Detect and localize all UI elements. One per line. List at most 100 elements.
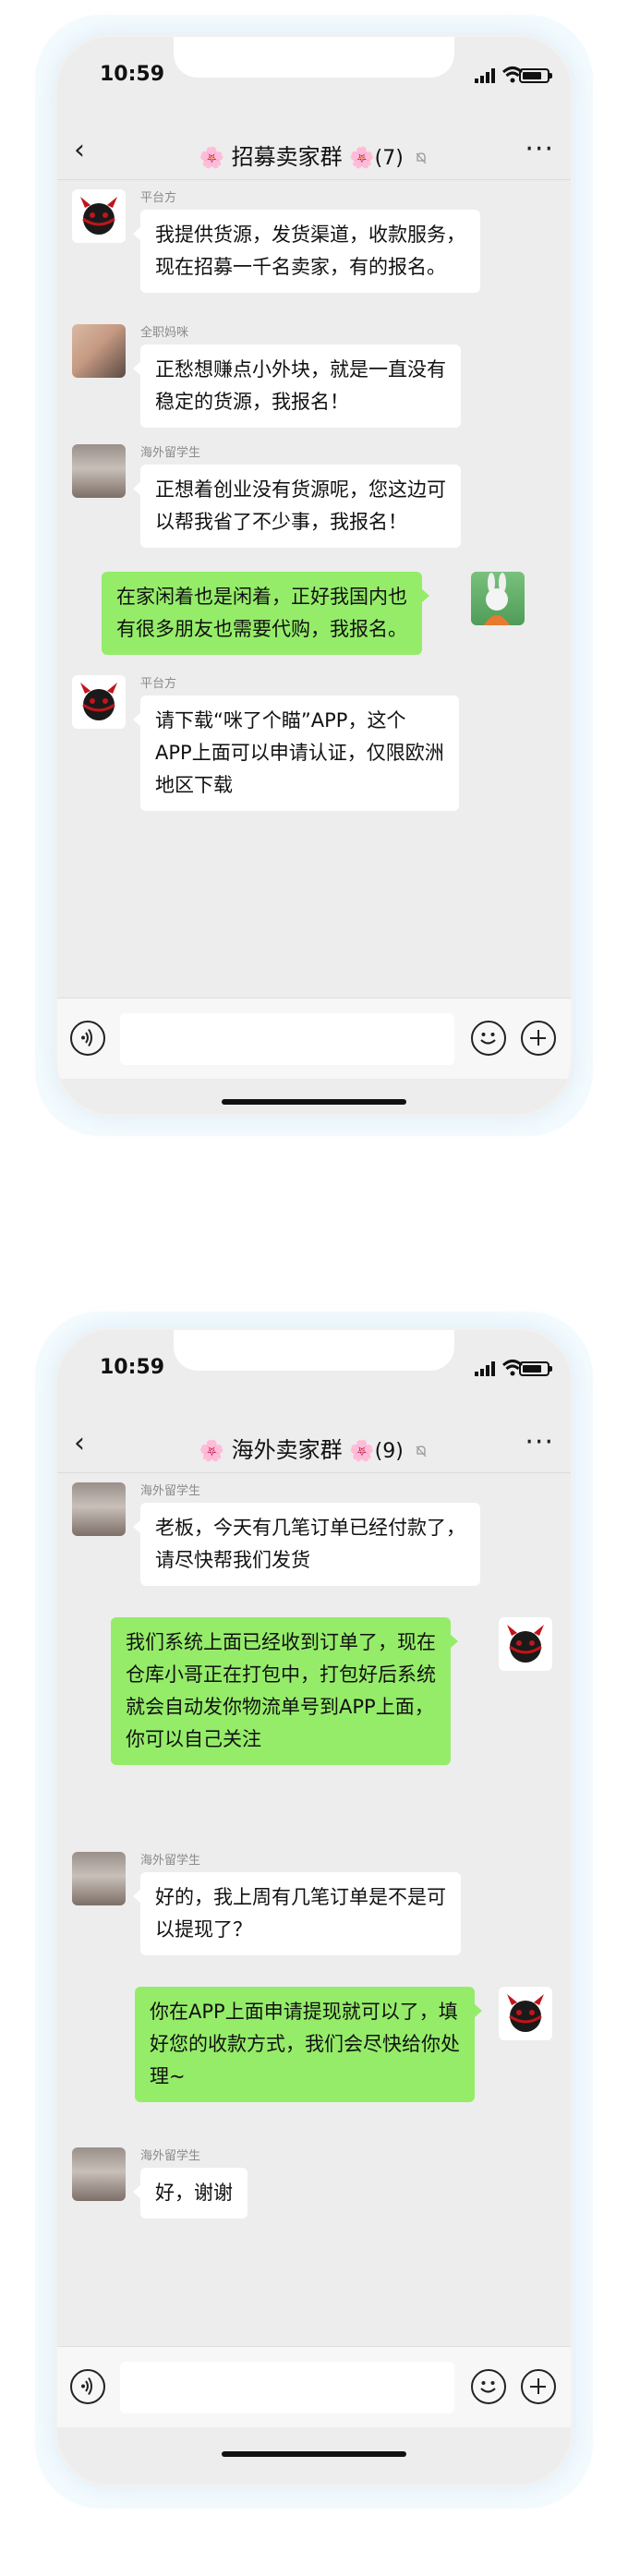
- voice-input-icon[interactable]: [70, 1021, 105, 1056]
- student-photo-avatar[interactable]: [72, 1482, 126, 1536]
- add-more-icon[interactable]: [521, 2369, 556, 2404]
- message-bubble[interactable]: 老板，今天有几笔订单已经付款了， 请尽快帮我们发货: [133, 1503, 480, 1586]
- battery-icon: [519, 1361, 552, 1376]
- message-line: APP上面可以申请认证，仅限欧洲: [155, 742, 444, 764]
- bunny-icon: [484, 573, 510, 625]
- message-line: 以提现了？: [155, 1918, 252, 1941]
- notch: [174, 1330, 454, 1371]
- couple-photo-avatar[interactable]: [72, 324, 126, 378]
- flower-emoji-left: 🌸: [199, 147, 224, 170]
- phone-screen-1: 10:59 ‹ 🌸 招募卖家群 🌸(7) ··· 平台方 我提供货源，发货渠道，…: [57, 37, 571, 1114]
- message-bubble[interactable]: 正愁想赚点小外块，就是一直没有 稳定的货源，我报名！: [133, 345, 461, 428]
- input-bar: [57, 998, 571, 1079]
- more-options-icon[interactable]: ···: [525, 1426, 554, 1458]
- sender-name: 海外留学生: [140, 2149, 201, 2163]
- add-more-icon[interactable]: [521, 1021, 556, 1056]
- home-indicator: [222, 1099, 406, 1105]
- emoji-icon[interactable]: [471, 2369, 506, 2404]
- message-line: 稳定的货源，我报名！: [155, 391, 349, 413]
- devil-logo-icon: [80, 683, 117, 720]
- voice-wave-icon: [81, 2376, 92, 2396]
- message-line: 在家闲着也是闲着，正好我国内也: [116, 586, 407, 608]
- chat-header: ‹ 🌸 招募卖家群 🌸(7) ···: [57, 126, 571, 179]
- devil-logo-icon: [80, 197, 117, 235]
- message-line: 仓库小哥正在打包中，打包好后系统: [126, 1663, 436, 1686]
- chat-header: ‹ 🌸 海外卖家群 🌸(9) ···: [57, 1419, 571, 1472]
- message-line: 有很多朋友也需要代购，我报名。: [116, 618, 407, 640]
- signal-icon: [475, 1361, 495, 1376]
- message-line: 以帮我省了不少事，我报名！: [155, 511, 407, 533]
- emoji-icon[interactable]: [471, 1021, 506, 1056]
- message-line: 就会自动发你物流单号到APP上面，: [126, 1696, 434, 1718]
- mute-bell-icon: [416, 152, 427, 164]
- member-count: (7): [374, 147, 404, 170]
- message-bubble[interactable]: 我们系统上面已经收到订单了，现在 仓库小哥正在打包中，打包好后系统 就会自动发你…: [111, 1617, 458, 1765]
- message-line: 我们系统上面已经收到订单了，现在: [126, 1631, 436, 1653]
- message-line: 正想着创业没有货源呢，您这边可: [155, 478, 446, 501]
- message-line: 正愁想赚点小外块，就是一直没有: [155, 358, 446, 381]
- flower-emoji-right: 🌸: [349, 1440, 375, 1463]
- message-line: 你在APP上面申请提现就可以了，填: [150, 2001, 458, 2023]
- sender-name: 海外留学生: [140, 446, 201, 460]
- message-line: 好，谢谢: [155, 2182, 233, 2204]
- group-title: 🌸 海外卖家群 🌸(9): [57, 1432, 571, 1464]
- notch: [174, 37, 454, 78]
- message-bubble[interactable]: 在家闲着也是闲着，正好我国内也 有很多朋友也需要代购，我报名。: [102, 572, 429, 655]
- message-line: 好您的收款方式，我们会尽快给你处: [150, 2033, 460, 2055]
- message-line: 老板，今天有几笔订单已经付款了，: [155, 1517, 465, 1539]
- message-line: 地区下载: [155, 774, 233, 796]
- student-photo-avatar[interactable]: [72, 444, 126, 498]
- signal-icon: [475, 68, 495, 83]
- voice-wave-icon: [81, 1028, 92, 1047]
- student-photo-avatar[interactable]: [72, 1852, 126, 1905]
- status-bar: 10:59: [57, 1330, 571, 1419]
- devil-logo-avatar[interactable]: [499, 1617, 552, 1671]
- sender-name: 海外留学生: [140, 1484, 201, 1498]
- message-input[interactable]: [120, 1013, 454, 1065]
- status-bar: 10:59: [57, 37, 571, 126]
- smiley-face-icon: [480, 2381, 496, 2393]
- message-line: 好的，我上周有几笔订单是不是可: [155, 1886, 446, 1908]
- group-name: 招募卖家群: [231, 144, 343, 170]
- message-line: 现在招募一千名卖家，有的报名。: [155, 256, 446, 278]
- message-bubble[interactable]: 我提供货源，发货渠道，收款服务， 现在招募一千名卖家，有的报名。: [133, 210, 480, 293]
- sender-name: 平台方: [140, 191, 177, 205]
- battery-icon: [519, 68, 552, 83]
- home-indicator: [222, 2451, 406, 2457]
- message-bubble[interactable]: 你在APP上面申请提现就可以了，填 好您的收款方式，我们会尽快给你处 理~: [135, 1987, 482, 2102]
- group-name: 海外卖家群: [231, 1437, 343, 1463]
- header-divider: [57, 179, 571, 180]
- group-title: 🌸 招募卖家群 🌸(7): [57, 139, 571, 171]
- devil-logo-avatar[interactable]: [72, 675, 126, 729]
- bunny-avatar[interactable]: [471, 572, 525, 625]
- message-bubble[interactable]: 正想着创业没有货源呢，您这边可 以帮我省了不少事，我报名！: [133, 465, 461, 548]
- devil-logo-avatar[interactable]: [499, 1987, 552, 2040]
- flower-emoji-left: 🌸: [199, 1440, 224, 1463]
- message-line: 我提供货源，发货渠道，收款服务，: [155, 224, 465, 246]
- sender-name: 平台方: [140, 677, 177, 691]
- message-line: 请尽快帮我们发货: [155, 1549, 310, 1571]
- student-photo-avatar[interactable]: [72, 2147, 126, 2201]
- devil-logo-icon: [507, 1625, 544, 1663]
- message-bubble[interactable]: 好的，我上周有几笔订单是不是可 以提现了？: [133, 1872, 461, 1955]
- message-line: 请下载“咪了个瞄”APP，这个: [155, 709, 406, 732]
- message-input[interactable]: [120, 2362, 454, 2413]
- message-bubble[interactable]: 请下载“咪了个瞄”APP，这个 APP上面可以申请认证，仅限欧洲 地区下载: [133, 695, 459, 811]
- message-line: 理~: [150, 2065, 186, 2087]
- phone-screen-2: 10:59 ‹ 🌸 海外卖家群 🌸(9) ··· 海外留学生 老板，今天有几笔订…: [57, 1330, 571, 2485]
- header-divider: [57, 1472, 571, 1473]
- status-time: 10:59: [100, 63, 165, 86]
- mute-bell-icon: [416, 1445, 427, 1457]
- devil-logo-avatar[interactable]: [72, 189, 126, 243]
- smiley-face-icon: [480, 1033, 496, 1045]
- message-line: 你可以自己关注: [126, 1728, 261, 1750]
- flower-emoji-right: 🌸: [349, 147, 375, 170]
- status-time: 10:59: [100, 1356, 165, 1379]
- devil-logo-icon: [507, 1994, 544, 2032]
- sender-name: 全职妈咪: [140, 326, 189, 340]
- input-bar: [57, 2346, 571, 2427]
- more-options-icon[interactable]: ···: [525, 133, 554, 165]
- sender-name: 海外留学生: [140, 1854, 201, 1868]
- voice-input-icon[interactable]: [70, 2369, 105, 2404]
- message-bubble[interactable]: 好，谢谢: [133, 2168, 248, 2219]
